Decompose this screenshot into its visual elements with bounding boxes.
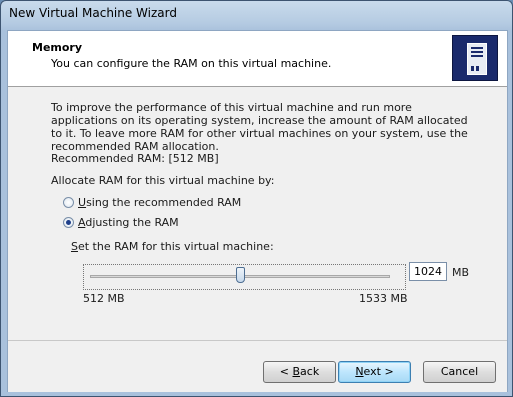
intro-text: To improve the performance of this virtu… <box>51 101 468 153</box>
button-bar: < Back Next > Cancel <box>8 340 507 392</box>
window-title: New Virtual Machine Wizard <box>9 6 177 20</box>
server-tower-icon <box>452 35 498 81</box>
set-ram-label: Set the RAM for this virtual machine: <box>71 240 274 253</box>
slider-max-label: 1533 MB <box>359 292 408 305</box>
wizard-header: Memory You can configure the RAM on this… <box>8 31 507 87</box>
page-subtitle: You can configure the RAM on this virtua… <box>51 57 332 70</box>
recommended-ram-text: Recommended RAM: [512 MB] <box>51 152 219 165</box>
radio-label-adjusting[interactable]: Adjusting the RAM <box>78 216 179 229</box>
title-bar[interactable]: New Virtual Machine Wizard <box>1 1 512 29</box>
ram-value-input[interactable]: 1024 <box>409 262 447 281</box>
wizard-window: New Virtual Machine Wizard Memory You ca… <box>0 0 513 397</box>
radio-label-recommended[interactable]: Using the recommended RAM <box>78 196 241 209</box>
slider-thumb[interactable] <box>235 267 245 283</box>
radio-button-recommended[interactable] <box>63 197 74 208</box>
ram-slider[interactable] <box>83 264 406 290</box>
slider-min-label: 512 MB <box>83 292 125 305</box>
next-button[interactable]: Next > <box>338 361 411 383</box>
wizard-client: Memory You can configure the RAM on this… <box>7 30 508 392</box>
back-button[interactable]: < Back <box>263 361 336 383</box>
allocate-label: Allocate RAM for this virtual machine by… <box>51 174 275 187</box>
cancel-button[interactable]: Cancel <box>423 361 496 383</box>
radio-button-adjusting[interactable] <box>63 217 74 228</box>
ram-unit-label: MB <box>452 266 470 279</box>
page-title: Memory <box>32 41 83 54</box>
